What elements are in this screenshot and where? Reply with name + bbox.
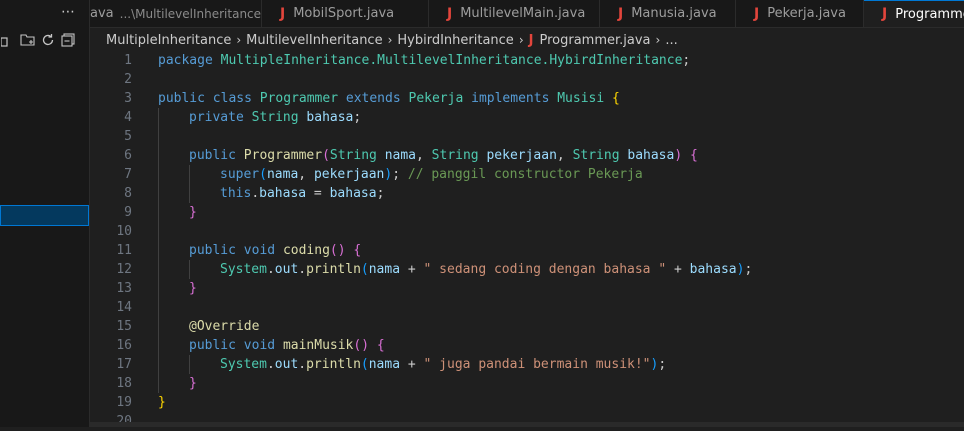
line-number: 2 xyxy=(124,72,132,87)
tab-multilevel-java[interactable]: ava ...\MultilevelInheritance xyxy=(90,0,262,27)
line-number: 7 xyxy=(124,167,132,182)
line-number: 9 xyxy=(124,205,132,220)
line-content: } xyxy=(189,281,197,296)
code-line: 13 } xyxy=(90,279,964,298)
code-line: 3 public class Programmer extends Pekerj… xyxy=(90,89,964,108)
line-content: System.out.println(nama + " juga pandai … xyxy=(220,357,667,372)
chevron-right-icon: › xyxy=(518,33,524,47)
line-content: public void coding() { xyxy=(189,243,362,258)
line-number: 12 xyxy=(116,262,132,277)
horizontal-scrollbar[interactable] xyxy=(90,422,964,427)
code-line: 1 package MultipleInheritance.Multilevel… xyxy=(90,51,964,70)
line-content: this.bahasa = bahasa; xyxy=(220,186,385,201)
refresh-icon[interactable] xyxy=(40,32,56,48)
code-line: 7 super(nama, pekerjaan); // panggil con… xyxy=(90,165,964,184)
tab-mobilsport[interactable]: J MobilSport.java xyxy=(262,0,429,27)
line-content: System.out.println(nama + " sedang codin… xyxy=(220,262,753,277)
tab-manusia[interactable]: J Manusia.java xyxy=(600,0,736,27)
code-line: 6 public Programmer(String nama, String … xyxy=(90,146,964,165)
tab-label: Manusia.java xyxy=(631,6,717,21)
new-file-icon[interactable] xyxy=(0,32,16,48)
line-number: 11 xyxy=(116,243,132,258)
line-content: } xyxy=(158,395,166,410)
line-number: 4 xyxy=(124,110,132,125)
code-line: 9 } xyxy=(90,203,964,222)
tab-label: Programmer.java xyxy=(895,6,964,22)
code-line: 17 System.out.println(nama + " juga pand… xyxy=(90,355,964,374)
explorer-actions xyxy=(0,28,76,52)
tab-pekerja[interactable]: J Pekerja.java xyxy=(736,0,864,27)
tab-description: ...\MultilevelInheritance xyxy=(119,6,262,21)
code-editor[interactable]: 1 package MultipleInheritance.Multilevel… xyxy=(90,51,964,429)
line-number: 10 xyxy=(116,224,132,239)
code-line: 15 @Override xyxy=(90,317,964,336)
line-number: 6 xyxy=(124,148,132,163)
code-line: 10 xyxy=(90,222,964,241)
java-icon: J xyxy=(280,5,286,22)
line-number: 1 xyxy=(124,53,132,68)
line-content: private String bahasa; xyxy=(189,110,362,125)
code-line: 4 private String bahasa; xyxy=(90,108,964,127)
breadcrumb-item[interactable]: Programmer.java xyxy=(539,33,650,48)
code-line: 18 } xyxy=(90,374,964,393)
line-number: 5 xyxy=(124,129,132,144)
line-number: 19 xyxy=(116,395,132,410)
line-content: public Programmer(String nama, String pe… xyxy=(189,148,698,163)
code-line: 5 xyxy=(90,127,964,146)
line-content: } xyxy=(189,205,197,220)
breadcrumb: MultipleInheritance › MultilevelInherita… xyxy=(90,29,964,51)
line-content: super(nama, pekerjaan); // panggil const… xyxy=(220,167,643,182)
code-line: 11 public void coding() { xyxy=(90,241,964,260)
new-folder-icon[interactable] xyxy=(20,32,36,48)
line-number: 14 xyxy=(116,300,132,315)
tab-label: Pekerja.java xyxy=(767,6,846,21)
collapse-icon[interactable] xyxy=(60,32,76,48)
breadcrumb-item[interactable]: HybirdInheritance xyxy=(397,33,513,48)
tab-label: MobilSport.java xyxy=(293,6,395,21)
code-line: 8 this.bahasa = bahasa; xyxy=(90,184,964,203)
breadcrumb-item[interactable]: MultipleInheritance xyxy=(106,33,231,48)
code-line: 16 public void mainMusik() { xyxy=(90,336,964,355)
line-number: 13 xyxy=(116,281,132,296)
line-number: 17 xyxy=(116,357,132,372)
java-icon: J xyxy=(447,5,453,22)
code-line: 12 System.out.println(nama + " sedang co… xyxy=(90,260,964,279)
more-dots-icon[interactable]: ⋯ xyxy=(58,1,78,23)
code-line: 19 } xyxy=(90,393,964,412)
chevron-right-icon: › xyxy=(387,33,393,47)
selected-tree-item[interactable] xyxy=(0,205,89,226)
tab-label: MultilevelMain.java xyxy=(460,6,586,21)
explorer-sidebar: ⋯ xyxy=(0,0,90,427)
line-content: public class Programmer extends Pekerja … xyxy=(158,91,620,106)
tab-multilevelmain[interactable]: J MultilevelMain.java xyxy=(429,0,600,27)
java-icon: J xyxy=(528,32,534,48)
editor-tab-bar: ava ...\MultilevelInheritance J MobilSpo… xyxy=(90,0,964,28)
line-content: package MultipleInheritance.MultilevelIn… xyxy=(158,53,691,68)
line-number: 16 xyxy=(116,338,132,353)
chevron-right-icon: › xyxy=(236,33,242,47)
breadcrumb-item[interactable]: MultilevelInheritance xyxy=(246,33,382,48)
breadcrumb-item[interactable]: ... xyxy=(665,33,677,48)
line-number: 18 xyxy=(116,376,132,391)
line-number: 15 xyxy=(116,319,132,334)
java-icon: J xyxy=(882,6,888,22)
line-content: @Override xyxy=(189,319,260,334)
java-icon: J xyxy=(618,5,624,22)
code-line: 14 xyxy=(90,298,964,317)
java-icon: J xyxy=(754,5,760,22)
chevron-right-icon: › xyxy=(655,33,661,47)
line-content: } xyxy=(189,376,197,391)
line-number: 8 xyxy=(124,186,132,201)
line-content: public void mainMusik() { xyxy=(189,338,385,353)
code-line: 2 xyxy=(90,70,964,89)
tab-label: ava xyxy=(90,6,114,21)
tab-programmer[interactable]: J Programmer.java xyxy=(864,0,964,27)
line-number: 3 xyxy=(124,91,132,106)
